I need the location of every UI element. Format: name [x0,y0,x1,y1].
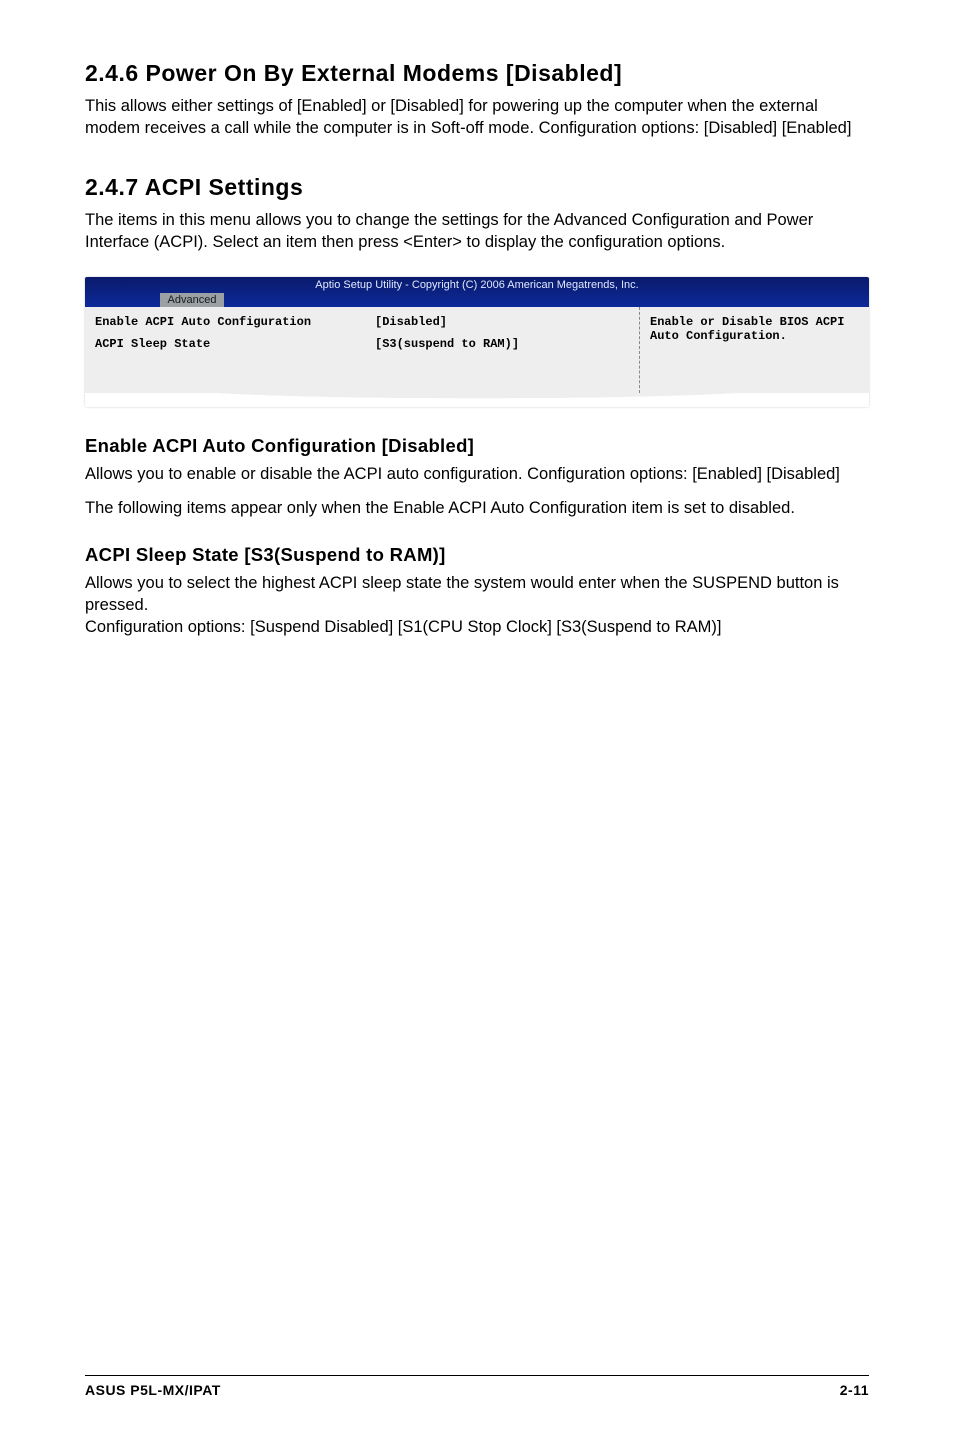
enable-acpi-body2: The following items appear only when the… [85,497,869,519]
page-footer: ASUS P5L-MX/IPAT 2-11 [85,1375,869,1398]
bios-row-label: ACPI Sleep State [95,337,375,351]
bios-panel: Aptio Setup Utility - Copyright (C) 2006… [85,277,869,407]
enable-acpi-block: Enable ACPI Auto Configuration [Disabled… [85,435,869,520]
footer-right: 2-11 [840,1382,869,1398]
footer-left: ASUS P5L-MX/IPAT [85,1382,221,1398]
sleep-state-block: ACPI Sleep State [S3(Suspend to RAM)] Al… [85,544,869,639]
bios-row-label: Enable ACPI Auto Configuration [95,315,375,329]
bios-row-value: [Disabled] [375,315,629,329]
section-247: 2.4.7 ACPI Settings The items in this me… [85,174,869,254]
bios-row-value: [S3(suspend to RAM)] [375,337,629,351]
section-246: 2.4.6 Power On By External Modems [Disab… [85,60,869,140]
enable-acpi-body1: Allows you to enable or disable the ACPI… [85,463,869,485]
bios-tab-advanced: Advanced [160,293,225,307]
bios-row: Enable ACPI Auto Configuration [Disabled… [95,315,629,329]
bios-bottom-curve-decoration [85,393,869,407]
bios-row: ACPI Sleep State [S3(suspend to RAM)] [95,337,629,351]
section-247-heading: 2.4.7 ACPI Settings [85,174,869,201]
sleep-state-heading: ACPI Sleep State [S3(Suspend to RAM)] [85,544,869,566]
section-247-body: The items in this menu allows you to cha… [85,209,869,254]
bios-left-pane: Enable ACPI Auto Configuration [Disabled… [85,307,639,393]
sleep-state-body: Allows you to select the highest ACPI sl… [85,572,869,639]
enable-acpi-heading: Enable ACPI Auto Configuration [Disabled… [85,435,869,457]
bios-body: Enable ACPI Auto Configuration [Disabled… [85,307,869,393]
section-246-body: This allows either settings of [Enabled]… [85,95,869,140]
bios-header: Aptio Setup Utility - Copyright (C) 2006… [85,277,869,307]
bios-help-pane: Enable or Disable BIOS ACPI Auto Configu… [639,307,869,393]
section-246-heading: 2.4.6 Power On By External Modems [Disab… [85,60,869,87]
bios-header-text: Aptio Setup Utility - Copyright (C) 2006… [85,279,869,291]
